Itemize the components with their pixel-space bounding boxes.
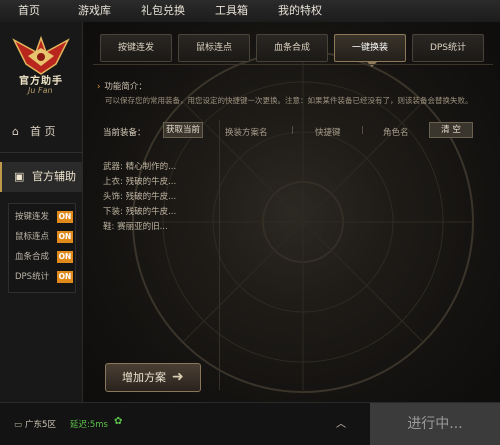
chevron-up-icon[interactable]: ︿ (336, 415, 346, 430)
nav-gift-redeem[interactable]: 礼包兑换 (128, 0, 198, 22)
feature-tabs: 按键连发 鼠标连点 血条合成 一键换装 DPS统计 (83, 34, 500, 67)
nav-toolbox[interactable]: 工具箱 (202, 0, 261, 22)
feature-label: 按键连发 (15, 212, 50, 222)
feature-label: 鼠标连点 (15, 232, 50, 242)
ping-readout: 延迟:5ms (70, 420, 108, 430)
running-status-button[interactable]: 进行中... (370, 403, 500, 445)
briefcase-icon: ▣ (14, 170, 25, 183)
tab-mouse-click[interactable]: 鼠标连点 (178, 34, 250, 62)
nav-home[interactable]: 首页 (0, 0, 53, 22)
intro-description: 可以保存您的常用装备，用您设定的快捷键一次更换。注意：如果某件装备已经没有了，则… (105, 96, 473, 105)
tab-hp-bar[interactable]: 血条合成 (256, 34, 328, 62)
equip-item-head: 头饰: 残破的牛皮... (103, 192, 177, 202)
sidebar-item-home[interactable]: ⌂ 首 页 (0, 117, 82, 147)
feature-dps-stats[interactable]: DPS统计 ON (15, 270, 73, 284)
feature-key-repeat[interactable]: 按键连发 ON (15, 210, 73, 224)
tab-dps-stats[interactable]: DPS统计 (412, 34, 484, 62)
logo-signature: Ju Fan (28, 86, 53, 95)
col-role-name: 角色名 (383, 128, 409, 138)
col-plan-name: 换装方案名 (225, 128, 268, 138)
top-nav: 首页 游戏库 礼包兑换 工具箱 我的特权 (0, 0, 500, 23)
server-name: 广东5区 (25, 420, 56, 430)
intro-arrow-icon: › (97, 82, 101, 92)
col-separator: | (291, 125, 294, 134)
get-current-button[interactable]: 获取当前 (163, 122, 203, 138)
tab-quick-equip[interactable]: 一键换装 (334, 34, 406, 67)
feature-label: 血条合成 (15, 252, 50, 262)
feature-label: DPS统计 (15, 272, 50, 282)
arrow-right-icon: ➜ (172, 369, 184, 385)
equip-item-bottom: 下装: 残破的牛皮... (103, 207, 177, 217)
feature-on-badge[interactable]: ON (57, 211, 73, 223)
feature-on-badge[interactable]: ON (57, 271, 73, 283)
feature-mouse-click[interactable]: 鼠标连点 ON (15, 230, 73, 244)
add-plan-label: 增加方案 (122, 371, 166, 384)
sidebar-item-official-assist[interactable]: ▣ 官方辅助 (0, 162, 84, 192)
equip-item-weapon: 武器: 精心制作的... (103, 162, 177, 172)
col-separator: | (361, 125, 364, 134)
monitor-icon: ▭ (14, 420, 23, 430)
tabs-divider (93, 64, 493, 65)
main-panel: 按键连发 鼠标连点 血条合成 一键换装 DPS统计 › 功能简介： 可以保存您的常… (83, 22, 500, 402)
equip-item-top: 上衣: 残破的牛皮... (103, 177, 177, 187)
equip-item-shoes: 鞋: 赛丽亚的旧... (103, 222, 168, 232)
intro-title: › 功能简介： (97, 80, 147, 92)
feature-on-badge[interactable]: ON (57, 231, 73, 243)
feature-on-badge[interactable]: ON (57, 251, 73, 263)
intro-title-text: 功能简介： (104, 82, 147, 92)
tab-key-repeat[interactable]: 按键连发 (100, 34, 172, 62)
nav-my-privileges[interactable]: 我的特权 (265, 0, 335, 22)
sidebar-item-label: 官方辅助 (32, 170, 76, 183)
column-divider (219, 120, 220, 390)
clear-button[interactable]: 清 空 (429, 122, 473, 138)
server-indicator: ▭ 广东5区 (14, 418, 56, 430)
feature-hp-bar[interactable]: 血条合成 ON (15, 250, 73, 264)
col-hotkey: 快捷键 (315, 128, 341, 138)
sidebar-divider (0, 152, 82, 153)
android-icon: ✿ (114, 416, 123, 427)
logo-text: 官方助手 (19, 76, 63, 87)
sidebar: 官方助手 Ju Fan ⌂ 首 页 ▣ 官方辅助 按键连发 ON 鼠标连点 ON… (0, 22, 84, 402)
home-icon: ⌂ (12, 125, 19, 138)
sidebar-item-label: 首 页 (30, 125, 56, 138)
current-equip-label: 当前装备： (103, 128, 146, 138)
status-bar: ▭ 广东5区 延迟:5ms ✿ ︿ 进行中... (0, 402, 500, 445)
assist-feature-list: 按键连发 ON 鼠标连点 ON 血条合成 ON DPS统计 ON (8, 203, 76, 293)
nav-game-library[interactable]: 游戏库 (65, 0, 124, 22)
add-plan-button[interactable]: 增加方案 ➜ (105, 363, 201, 392)
